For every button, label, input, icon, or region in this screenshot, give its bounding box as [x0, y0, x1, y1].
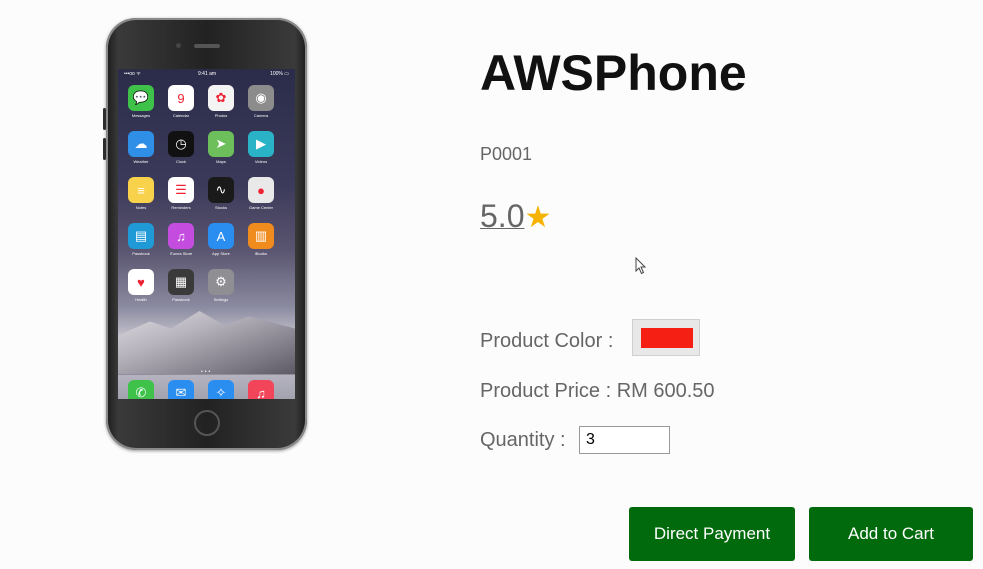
earpiece-speaker [194, 44, 220, 48]
dock-grid: ✆Phone ✉Mail ✧Safari ♫Music [128, 380, 274, 399]
quantity-input[interactable] [579, 426, 670, 454]
app-grid: 💬 Messages 9 Calendar ✿ Photos ◉ Camera ☁ Weather… [128, 85, 288, 302]
videos-icon: ▶ [248, 131, 274, 157]
quantity-label: Quantity : [480, 429, 566, 451]
app-store-icon: A [208, 223, 234, 249]
wallpaper-mountain [118, 311, 295, 374]
settings-icon: ⚙ [208, 269, 234, 295]
app-icon-tile: ♥ Health [128, 269, 154, 302]
app-icon-tile: ⚙ Settings [208, 269, 234, 302]
app-icon-tile: A App Store [208, 223, 234, 256]
app-icon-tile: ☁ Weather [128, 131, 154, 164]
app-icon-tile: ▥ iBooks [248, 223, 274, 256]
app-label: Game Center [248, 205, 273, 210]
passbook-icon: ▤ [128, 223, 154, 249]
app-label: Maps [216, 159, 226, 164]
app-label: Passbook [172, 297, 190, 302]
app-label: Reminders [171, 205, 191, 210]
itunes-icon: ♫ [168, 223, 194, 249]
home-button [194, 410, 220, 436]
product-rating: 5.0★ [480, 198, 551, 235]
product-color-label: Product Color : [480, 330, 614, 352]
app-icon-tile: ☰ Reminders [168, 177, 194, 210]
reminders-icon: ☰ [168, 177, 194, 203]
notes-icon: ≡ [128, 177, 154, 203]
app-icon-tile: ✿ Photos [208, 85, 234, 118]
app-icon-tile: ♫ iTunes Store [168, 223, 194, 256]
app-icon-tile: 💬 Messages [128, 85, 154, 118]
app-icon-tile: ➤ Maps [208, 131, 234, 164]
app-label: App Store [212, 251, 230, 256]
volume-button [103, 108, 106, 130]
signal-indicator: •••oo ᯤ [124, 71, 141, 77]
app-label: Messages [131, 113, 151, 118]
product-code: P0001 [480, 144, 533, 164]
app-label: Health [135, 297, 147, 302]
product-title: AWSPhone [480, 45, 747, 101]
rating-link[interactable]: 5.0 [480, 198, 524, 234]
app-label: Clock [175, 159, 186, 164]
app-icon-tile: ◉ Camera [248, 85, 274, 118]
phone-status-bar: •••oo ᯤ 9:41 am 100% ▭ [118, 69, 295, 79]
app-label: Calendar [172, 113, 190, 118]
app-icon-tile: ∿ Stocks [208, 177, 234, 210]
product-price: Product Price : RM 600.50 [480, 380, 715, 402]
app-label: Settings [213, 297, 229, 302]
app-icon-tile: ▦ Passbook [168, 269, 194, 302]
clock-icon: ◷ [168, 131, 194, 157]
status-time: 9:41 am [198, 71, 217, 77]
photos-icon: ✿ [208, 85, 234, 111]
app-label: Stocks [214, 205, 227, 210]
calendar-icon: 9 [168, 85, 194, 111]
product-color-selector[interactable] [632, 319, 700, 356]
app-icon-tile: ◷ Clock [168, 131, 194, 164]
app-label: Videos [254, 159, 268, 164]
app-icon-tile: ♫Music [248, 380, 274, 399]
ibooks-icon: ▥ [248, 223, 274, 249]
message-icon: 💬 [128, 85, 154, 111]
app-label: Weather [133, 159, 149, 164]
mail-icon: ✉ [168, 380, 194, 399]
camera-icon: ◉ [248, 85, 274, 111]
app-label: Passbook [132, 251, 150, 256]
volume-button [103, 138, 106, 160]
app-label: Camera [253, 113, 269, 118]
app-label: Photos [214, 113, 228, 118]
app-label: iBooks [254, 251, 267, 256]
app-icon-tile: ▶ Videos [248, 131, 274, 164]
wallet-icon: ▦ [168, 269, 194, 295]
game-center-icon: ● [248, 177, 274, 203]
weather-icon: ☁ [128, 131, 154, 157]
stocks-icon: ∿ [208, 177, 234, 203]
battery-indicator: 100% ▭ [270, 71, 289, 77]
product-image: •••oo ᯤ 9:41 am 100% ▭ 💬 Messages 9 Calenda… [103, 18, 307, 450]
direct-payment-button[interactable]: Direct Payment [629, 507, 795, 561]
app-icon-tile: ✧Safari [208, 380, 234, 399]
color-swatch [641, 328, 693, 348]
app-label: iTunes Store [169, 251, 193, 256]
star-icon: ★ [524, 201, 552, 234]
add-to-cart-button[interactable]: Add to Cart [809, 507, 973, 561]
health-icon: ♥ [128, 269, 154, 295]
maps-icon: ➤ [208, 131, 234, 157]
app-icon-tile: ● Game Center [248, 177, 274, 210]
music-icon: ♫ [248, 380, 274, 399]
mouse-cursor-icon [635, 257, 647, 275]
safari-icon: ✧ [208, 380, 234, 399]
app-icon-tile: ✉Mail [168, 380, 194, 399]
app-icon-tile: ✆Phone [128, 380, 154, 399]
app-label: Notes [135, 205, 147, 210]
app-icon-tile: ▤ Passbook [128, 223, 154, 256]
app-icon-tile: ≡ Notes [128, 177, 154, 210]
phone-screen: •••oo ᯤ 9:41 am 100% ▭ 💬 Messages 9 Calenda… [118, 69, 295, 399]
phone-icon: ✆ [128, 380, 154, 399]
front-camera [176, 43, 181, 48]
app-icon-tile: 9 Calendar [168, 85, 194, 118]
